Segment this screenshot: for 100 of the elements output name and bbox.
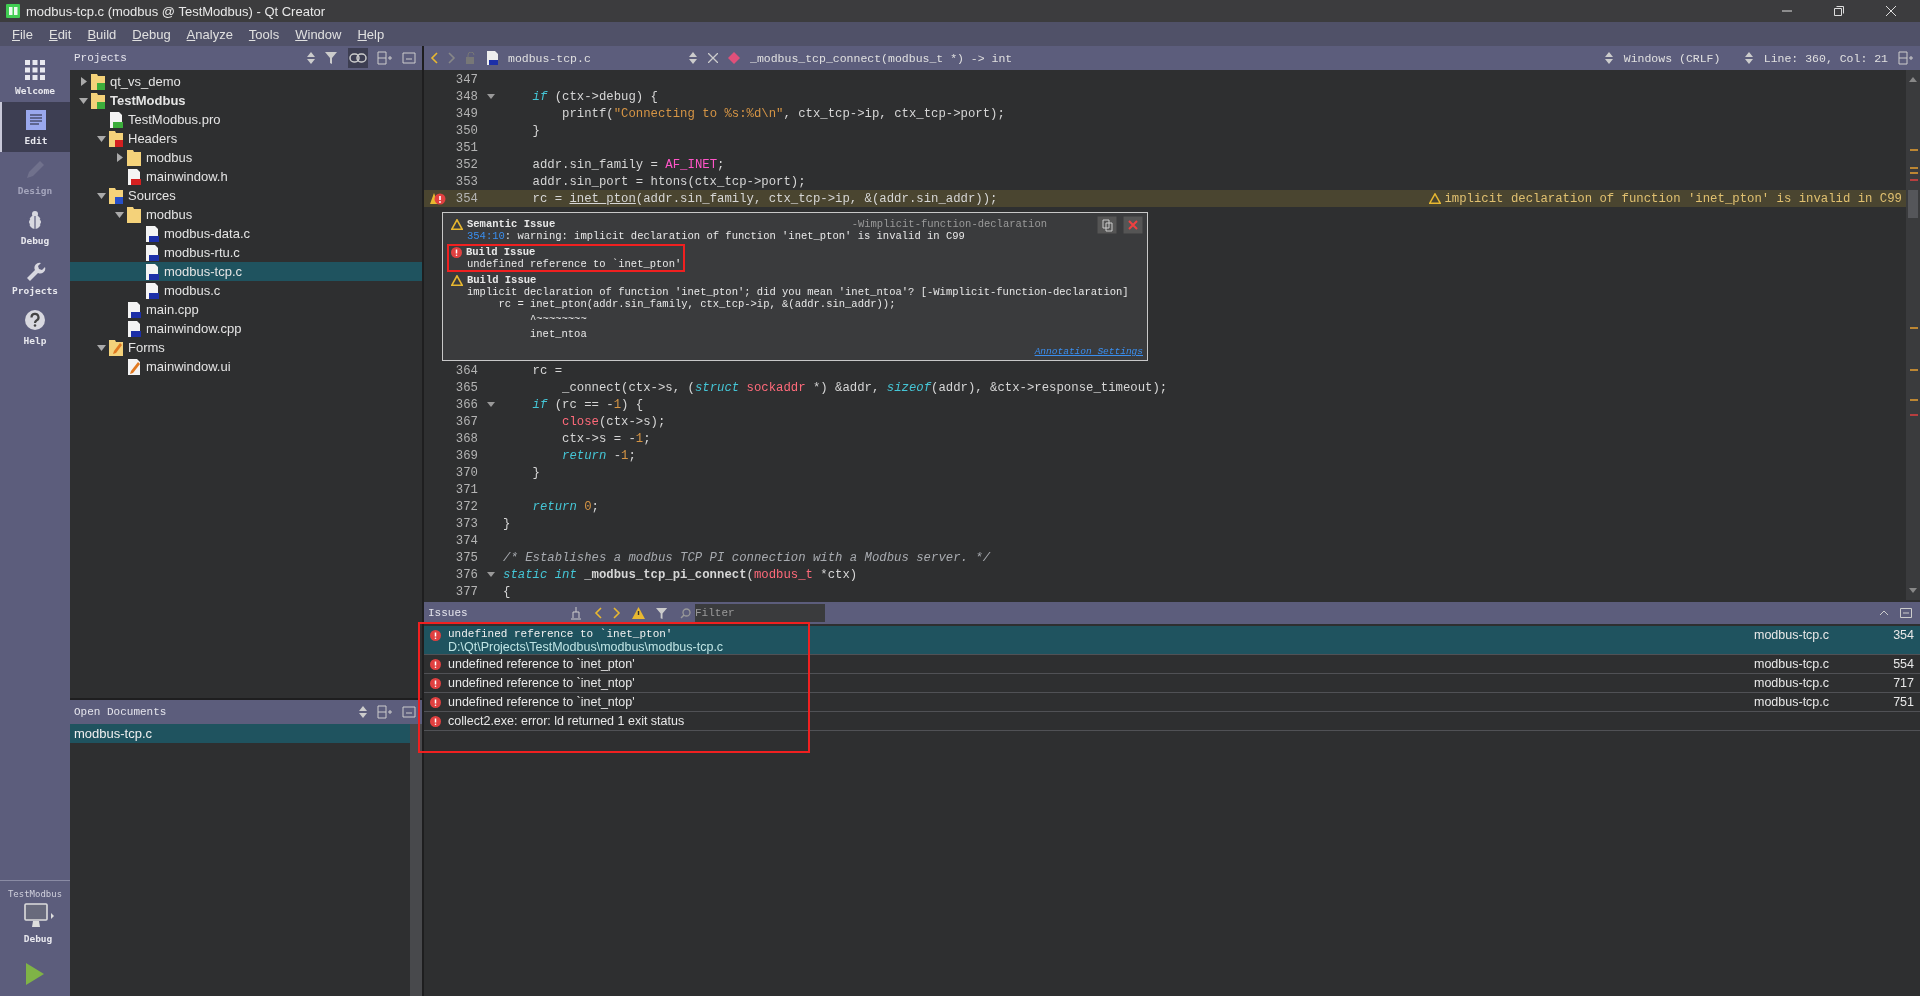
filter-field[interactable]: Filter bbox=[695, 604, 825, 622]
collapsed-arrow-icon[interactable] bbox=[80, 77, 87, 86]
menu-item[interactable]: Debug bbox=[130, 25, 173, 43]
updown-icon[interactable] bbox=[1743, 51, 1754, 65]
next-icon[interactable] bbox=[613, 607, 621, 619]
issue-row[interactable]: undefined reference to `inet_ntop' modbus-tcp.c 717 bbox=[424, 674, 1920, 693]
tree-item[interactable]: mainwindow.ui bbox=[70, 357, 422, 376]
tree-item[interactable]: modbus bbox=[70, 205, 422, 224]
warning-filter-icon[interactable] bbox=[632, 607, 645, 619]
issue-message: implicit declaration of function 'inet_pton'; did you mean 'inet_ntoa'? [-Wimplicit-function-declaration] bbox=[467, 286, 1129, 298]
cursor-position[interactable]: Line: 360, Col: 21 bbox=[1763, 51, 1888, 65]
expanded-arrow-icon[interactable] bbox=[97, 344, 106, 351]
issue-row[interactable]: undefined reference to `inet_pton' D:\Qt\Projects\TestModbus\modbus\modbus-tcp.c modbus-tcp.c 354 bbox=[424, 626, 1920, 655]
tree-item[interactable]: modbus-rtu.c bbox=[70, 243, 422, 262]
line-number: 353 bbox=[454, 174, 478, 189]
menu-item[interactable]: Window bbox=[293, 25, 344, 43]
issue-row[interactable]: collect2.exe: error: ld returned 1 exit status bbox=[424, 712, 1920, 731]
filter-icon[interactable] bbox=[656, 606, 669, 620]
mode-tab[interactable]: Debug bbox=[0, 202, 70, 252]
clear-icon[interactable] bbox=[569, 606, 583, 620]
code-snippet: rc = inet_pton(addr.sin_family, ctx_tcp->ip, &(addr.sin_addr)); bbox=[497, 298, 897, 310]
restore-icon[interactable] bbox=[1834, 6, 1844, 16]
folder-icon bbox=[109, 130, 123, 147]
document-item[interactable]: modbus-tcp.c bbox=[70, 724, 410, 743]
file-path: D:\Qt\Projects\TestModbus\modbus\modbus-tcp.c bbox=[448, 640, 725, 654]
collapsed-arrow-icon[interactable] bbox=[116, 153, 123, 162]
menu-item[interactable]: Analyze bbox=[184, 25, 235, 43]
tree-label: TestModbus bbox=[110, 93, 186, 108]
tree-item[interactable]: Forms bbox=[70, 338, 422, 357]
close-panel-icon[interactable] bbox=[402, 52, 416, 64]
expanded-arrow-icon[interactable] bbox=[79, 97, 88, 104]
settings-link[interactable]: Annotation Settings bbox=[1034, 346, 1143, 357]
collapse-icon[interactable] bbox=[1879, 610, 1889, 616]
window-title: modbus-tcp.c (modbus @ TestModbus) - Qt Creator bbox=[26, 3, 326, 19]
tree-item[interactable]: modbus-tcp.c bbox=[70, 262, 422, 281]
expanded-arrow-icon[interactable] bbox=[115, 211, 124, 218]
line-number: 349 bbox=[454, 106, 478, 121]
mode-tab[interactable]: Help bbox=[0, 302, 70, 352]
updown-icon[interactable] bbox=[306, 51, 316, 65]
code-line: printf("Connecting to %s:%d\n", ctx_tcp->ip, ctx_tcp->port); bbox=[561, 106, 1005, 121]
close-button[interactable] bbox=[1123, 216, 1143, 234]
line-number: 364 bbox=[454, 363, 478, 378]
kit-selector[interactable]: Debug bbox=[15, 903, 55, 944]
symbol-selector[interactable]: _modbus_tcp_connect(modbus_t *) -> int bbox=[750, 51, 1013, 65]
line-number: 374 bbox=[454, 533, 478, 548]
menu-item[interactable]: Help bbox=[355, 25, 387, 43]
tree-item[interactable]: main.cpp bbox=[70, 300, 422, 319]
tree-item[interactable]: mainwindow.h bbox=[70, 167, 422, 186]
issue-message: undefined reference to `inet_ntop' bbox=[448, 695, 636, 709]
warning-icon bbox=[451, 218, 463, 230]
close-icon[interactable] bbox=[1886, 6, 1896, 16]
tree-item[interactable]: modbus-data.c bbox=[70, 224, 422, 243]
run-button[interactable] bbox=[24, 962, 46, 986]
tree-item[interactable]: TestModbus bbox=[70, 91, 422, 110]
close-panel-icon[interactable] bbox=[402, 706, 416, 718]
issue-message: collect2.exe: error: ld returned 1 exit status bbox=[448, 714, 686, 728]
code-line: addr.sin_port = htons(ctx_tcp->port); bbox=[531, 174, 806, 189]
updown-icon[interactable] bbox=[688, 51, 698, 65]
menu-item[interactable]: Build bbox=[85, 25, 119, 43]
filter-icon[interactable] bbox=[325, 51, 339, 65]
line-number: 369 bbox=[454, 448, 478, 463]
file-icon bbox=[127, 358, 141, 375]
fold-arrow-icon[interactable] bbox=[486, 94, 495, 99]
updown-icon[interactable] bbox=[358, 705, 368, 719]
scrollbar[interactable] bbox=[1906, 70, 1920, 600]
tree-item[interactable]: mainwindow.cpp bbox=[70, 319, 422, 338]
tree-item[interactable]: modbus bbox=[70, 148, 422, 167]
previous-icon[interactable] bbox=[594, 607, 602, 619]
maximize-icon[interactable] bbox=[1900, 608, 1912, 618]
tree-item[interactable]: modbus.c bbox=[70, 281, 422, 300]
menu-item[interactable]: File bbox=[10, 25, 35, 43]
code-line: if (ctx->debug) { bbox=[531, 89, 658, 104]
file-selector[interactable]: modbus-tcp.c bbox=[508, 51, 678, 65]
expanded-arrow-icon[interactable] bbox=[97, 192, 106, 199]
tree-item[interactable]: TestModbus.pro bbox=[70, 110, 422, 129]
back-icon[interactable] bbox=[430, 52, 438, 64]
tree-item[interactable]: qt_vs_demo bbox=[70, 72, 422, 91]
mode-tab[interactable]: Welcome bbox=[0, 52, 70, 102]
link-icon[interactable] bbox=[348, 48, 368, 68]
copy-button[interactable] bbox=[1097, 216, 1117, 234]
close-icon[interactable] bbox=[708, 53, 718, 63]
menu-item[interactable]: Tools bbox=[246, 25, 282, 43]
fold-arrow-icon[interactable] bbox=[486, 572, 495, 577]
location-link[interactable]: 354:10 bbox=[467, 230, 505, 242]
expanded-arrow-icon[interactable] bbox=[97, 135, 106, 142]
scrollbar[interactable] bbox=[410, 724, 422, 996]
tree-item[interactable]: Headers bbox=[70, 129, 422, 148]
mode-tab[interactable]: Projects bbox=[0, 252, 70, 302]
updown-icon[interactable] bbox=[1603, 51, 1614, 65]
fold-arrow-icon[interactable] bbox=[486, 402, 495, 407]
menu-item[interactable]: Edit bbox=[46, 25, 74, 43]
split-icon[interactable] bbox=[377, 705, 393, 719]
mode-tab[interactable]: Edit bbox=[0, 102, 70, 152]
issue-row[interactable]: undefined reference to `inet_ntop' modbus-tcp.c 751 bbox=[424, 693, 1920, 712]
split-icon[interactable] bbox=[1898, 51, 1914, 65]
panel-title: Open Documents bbox=[74, 706, 167, 718]
split-icon[interactable] bbox=[377, 51, 393, 65]
tree-item[interactable]: Sources bbox=[70, 186, 422, 205]
line-ending-selector[interactable]: Windows (CRLF) bbox=[1623, 51, 1734, 65]
issue-row[interactable]: undefined reference to `inet_pton' modbus-tcp.c 554 bbox=[424, 655, 1920, 674]
